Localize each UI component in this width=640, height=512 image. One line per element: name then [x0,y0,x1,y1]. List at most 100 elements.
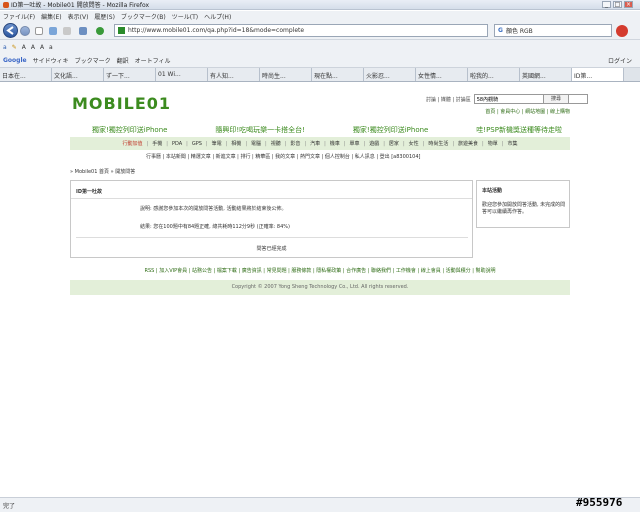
font-a-bold-icon[interactable]: A [40,44,44,51]
forward-button[interactable] [20,26,30,36]
ad-link-2[interactable]: 隨興印!吃喝玩樂一卡搭全台! [215,125,305,135]
category-nav: 行動加值 | 手機 | PDA | GPS | 筆電 | 相機 | 電腦 | 視聽 | 影音 | … [70,137,570,150]
tab-8[interactable]: 火影忍... [364,68,416,81]
search-scope-links[interactable]: 討論 | 媒體 | 討論區 [426,96,471,103]
cat-market[interactable]: 市集 [507,140,517,147]
site-search-button[interactable]: 搜尋 [543,94,569,104]
close-window-button[interactable]: × [624,1,633,8]
cat-motorcycle[interactable]: 機車 [330,140,340,147]
tab-7[interactable]: 現在點... [312,68,364,81]
site-favicon [118,27,125,34]
tool-icon[interactable]: ✎ [12,44,17,51]
cat-media[interactable]: 影音 [290,140,300,147]
qa-description: 說明: 感謝您參加本次的開放問答活動, 活動結果將於結束後公佈。 [140,206,287,212]
tab-1[interactable]: 日本在... [0,68,52,81]
footer-links[interactable]: RSS | 加入VIP會員 | 站務公告 | 檔案下載 | 廣告資訊 | 常見問… [70,267,570,274]
cat-phone[interactable]: 手機 [152,140,162,147]
qa-completed-message: 問答已經完成 [256,246,287,252]
search-bar-value: 顏色 RGB [505,28,533,35]
font-a-icon[interactable]: A [22,44,26,51]
tab-2[interactable]: 文化語... [52,68,104,81]
url-text: http://www.mobile01.com/qa.php?id=18&mod… [128,27,305,34]
menu-file[interactable]: ファイル(F) [3,12,35,21]
sidewiki-button[interactable]: サイドウィキ [33,56,69,65]
panel-divider [76,237,468,238]
tab-12-active[interactable]: ID第... [572,68,624,81]
cat-computer[interactable]: 電腦 [251,140,261,147]
cat-pda[interactable]: PDA [172,141,182,147]
translate-button[interactable]: 翻訳 [117,56,129,65]
cat-shopping[interactable]: 物單 [488,140,498,147]
cat-car[interactable]: 汽車 [310,140,320,147]
qa-title: ID第一吐故 [71,181,472,199]
firefox-icon [3,1,9,8]
cat-bicycle[interactable]: 單車 [350,140,360,147]
tab-11[interactable]: 英國網... [520,68,572,81]
stop-icon[interactable] [63,27,71,35]
adblock-icon[interactable] [616,25,628,37]
search-engine-icon: G [498,27,503,34]
cat-gps[interactable]: GPS [192,141,202,147]
back-arrow-icon [6,26,14,35]
tab-5[interactable]: 有人知... [208,68,260,81]
activity-heading: 本站活動 [482,188,503,194]
bookmark-button[interactable]: ブックマーク [75,56,111,65]
cat-game[interactable]: 遊戲 [369,140,379,147]
tab-9[interactable]: 女性情... [416,68,468,81]
dropdown-history-icon[interactable] [35,27,43,35]
cat-mobile-topup[interactable]: 行動加值 [123,140,143,147]
status-bar: 完了 [0,497,640,512]
google-logo: Google [3,57,27,64]
cat-home[interactable]: 居家 [389,140,399,147]
site-logo[interactable]: MOBILE01 [72,94,171,113]
cat-fashion[interactable]: 時尚生活 [428,140,448,147]
site-search-input[interactable] [473,94,588,104]
ad-link-1[interactable]: 獨家!獨控列印送iPhone [92,125,167,135]
menu-bookmarks[interactable]: ブックマーク(B) [121,12,166,21]
qa-result-panel: ID第一吐故 說明: 感謝您參加本次的開放問答活動, 活動結果將於結束後公佈。 … [70,180,473,258]
window-title: ID第一吐故 - Mobile01 開放問答 - Mozilla Firefox [11,2,150,9]
watermark-id: #955976 [576,496,623,509]
ad-link-4[interactable]: 哇!PSP新機獎送種等待走啦 [476,125,562,135]
tab-6[interactable]: 時尚生... [260,68,312,81]
font-a-larger-icon[interactable]: A [31,44,35,51]
addon-icon[interactable] [96,27,104,35]
ad-links: 獨家!獨控列印送iPhone 隨興印!吃喝玩樂一卡搭全台! 獨家!獨控列印送iP… [92,125,562,135]
activity-sidebar: 本站活動 歡迎您參加開放問答活動, 未完成的問答可以繼續再作答。 [476,180,570,228]
menu-view[interactable]: 表示(V) [68,12,89,21]
bookmarks-toolbar: a ✎ A A A a [0,40,640,54]
activity-text: 歡迎您參加開放問答活動, 未完成的問答可以繼續再作答。 [482,202,566,215]
cat-camera[interactable]: 相機 [231,140,241,147]
ad-link-3[interactable]: 獨家!獨控列印送iPhone [353,125,428,135]
menu-edit[interactable]: 編集(E) [41,12,61,21]
sub-nav[interactable]: 行事曆 | 本站新聞 | 精選文章 | 新進文章 | 排行 | 精華區 | 我的… [146,153,420,160]
menu-help[interactable]: ヘルプ(H) [204,12,231,21]
cat-av[interactable]: 視聽 [271,140,281,147]
menu-bar: ファイル(F) 編集(E) 表示(V) 履歴(S) ブックマーク(B) ツール(… [0,11,640,21]
breadcrumb[interactable]: » Mobile01 首頁 » 開放問答 [70,168,135,175]
cat-women[interactable]: 女性 [409,140,419,147]
window-titlebar: ID第一吐故 - Mobile01 開放問答 - Mozilla Firefox [0,0,640,10]
font-a-small-icon[interactable]: a [49,44,53,51]
minimize-button[interactable]: _ [602,1,611,8]
menu-history[interactable]: 履歴(S) [94,12,115,21]
menu-tools[interactable]: ツール(T) [172,12,198,21]
url-bar[interactable]: http://www.mobile01.com/qa.php?id=18&mod… [114,24,488,37]
qa-result: 結果: 您在100題中有84題正確, 總共耗時112分9秒 (正確率: 84%) [140,224,290,230]
tab-strip: 日本在... 文化語... ず一下... 01 Wi... 有人知... 時尚生… [0,68,640,82]
back-button[interactable] [3,23,18,38]
autofill-button[interactable]: オートフィル [135,56,171,65]
tab-10[interactable]: 啦我的... [468,68,520,81]
maximize-button[interactable]: □ [613,1,622,8]
tab-3[interactable]: ず一下... [104,68,156,81]
google-toolbar: Google サイドウィキ ブックマーク 翻訳 オートフィル ログイン [0,54,640,68]
cat-travel[interactable]: 旅遊美食 [458,140,478,147]
cat-notebook[interactable]: 筆電 [212,140,222,147]
search-bar[interactable]: G 顏色 RGB [494,24,612,37]
home-icon[interactable] [79,27,87,35]
login-link[interactable]: ログイン [608,56,632,65]
reload-icon[interactable] [49,27,57,35]
tab-4[interactable]: 01 Wi... [156,68,208,81]
top-links[interactable]: 首頁 | 會員中心 | 網站地圖 | 線上購物 [452,108,570,115]
dictionary-icon[interactable]: a [3,44,7,51]
